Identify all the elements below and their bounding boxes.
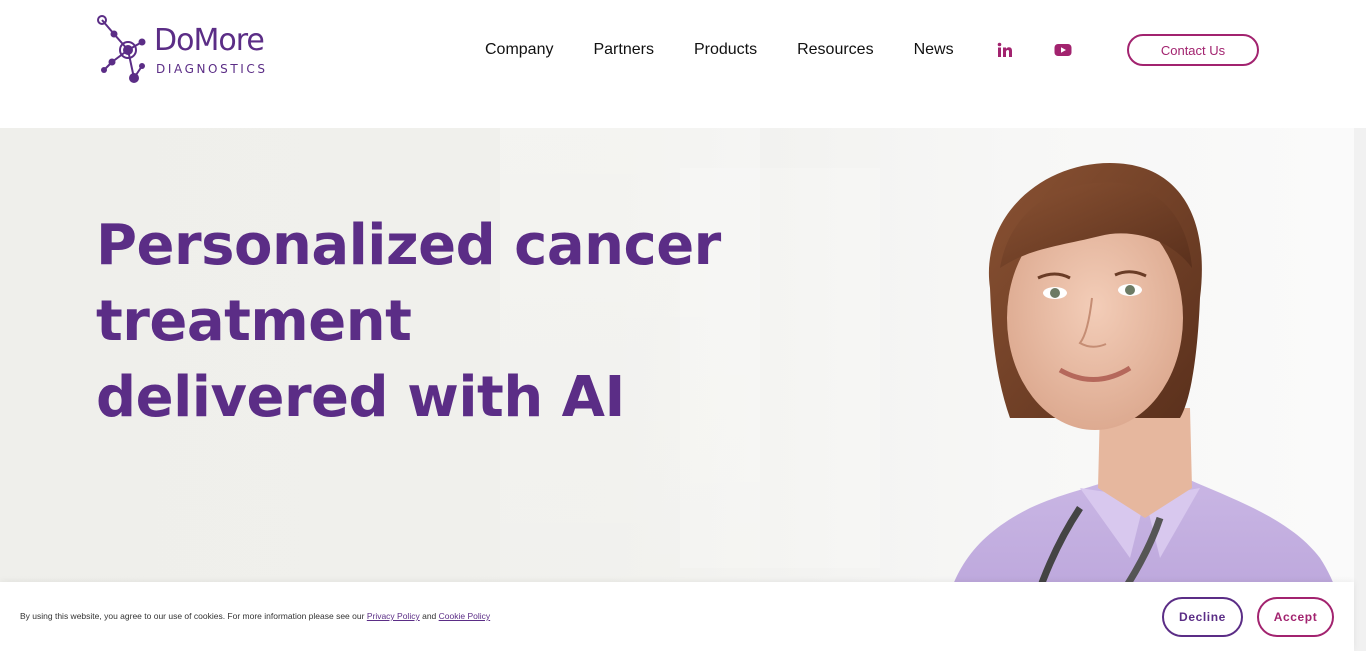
contact-us-button[interactable]: Contact Us <box>1127 34 1259 66</box>
hero-title-line-2: treatment <box>96 289 412 354</box>
cookie-message-text: By using this website, you agree to our … <box>20 611 365 621</box>
linkedin-icon[interactable] <box>996 41 1014 59</box>
cookie-banner: By using this website, you agree to our … <box>0 582 1354 651</box>
domore-logo[interactable]: DoMore DIAGNOSTICS <box>94 14 274 86</box>
logo-tagline: DIAGNOSTICS <box>156 62 268 76</box>
hero-title-line-3: delivered with AI <box>96 365 625 430</box>
molecule-icon <box>97 15 146 83</box>
cookie-policy-link[interactable]: Cookie Policy <box>439 611 491 621</box>
nav-item-partners[interactable]: Partners <box>593 41 653 59</box>
nav-item-news[interactable]: News <box>914 41 954 59</box>
decline-button[interactable]: Decline <box>1162 597 1243 637</box>
accept-button[interactable]: Accept <box>1257 597 1334 637</box>
nav-item-company[interactable]: Company <box>485 41 553 59</box>
youtube-icon[interactable] <box>1054 41 1072 59</box>
hero-section: Personalized cancer treatment delivered … <box>0 128 1354 651</box>
cookie-and-text: and <box>422 611 437 621</box>
nav-item-resources[interactable]: Resources <box>797 41 873 59</box>
hero-title-line-1: Personalized cancer <box>96 213 721 278</box>
privacy-policy-link[interactable]: Privacy Policy <box>367 611 420 621</box>
hero-title: Personalized cancer treatment delivered … <box>96 208 721 436</box>
page-scrollbar[interactable] <box>1354 128 1366 651</box>
main-nav: Company Partners Products Resources News <box>485 38 1113 62</box>
logo-wordmark: DoMore <box>154 23 265 58</box>
site-header: DoMore DIAGNOSTICS Company Partners Prod… <box>0 0 1366 128</box>
cookie-message: By using this website, you agree to our … <box>20 611 490 621</box>
doctor-portrait-image <box>940 163 1350 651</box>
nav-item-products[interactable]: Products <box>694 41 757 59</box>
